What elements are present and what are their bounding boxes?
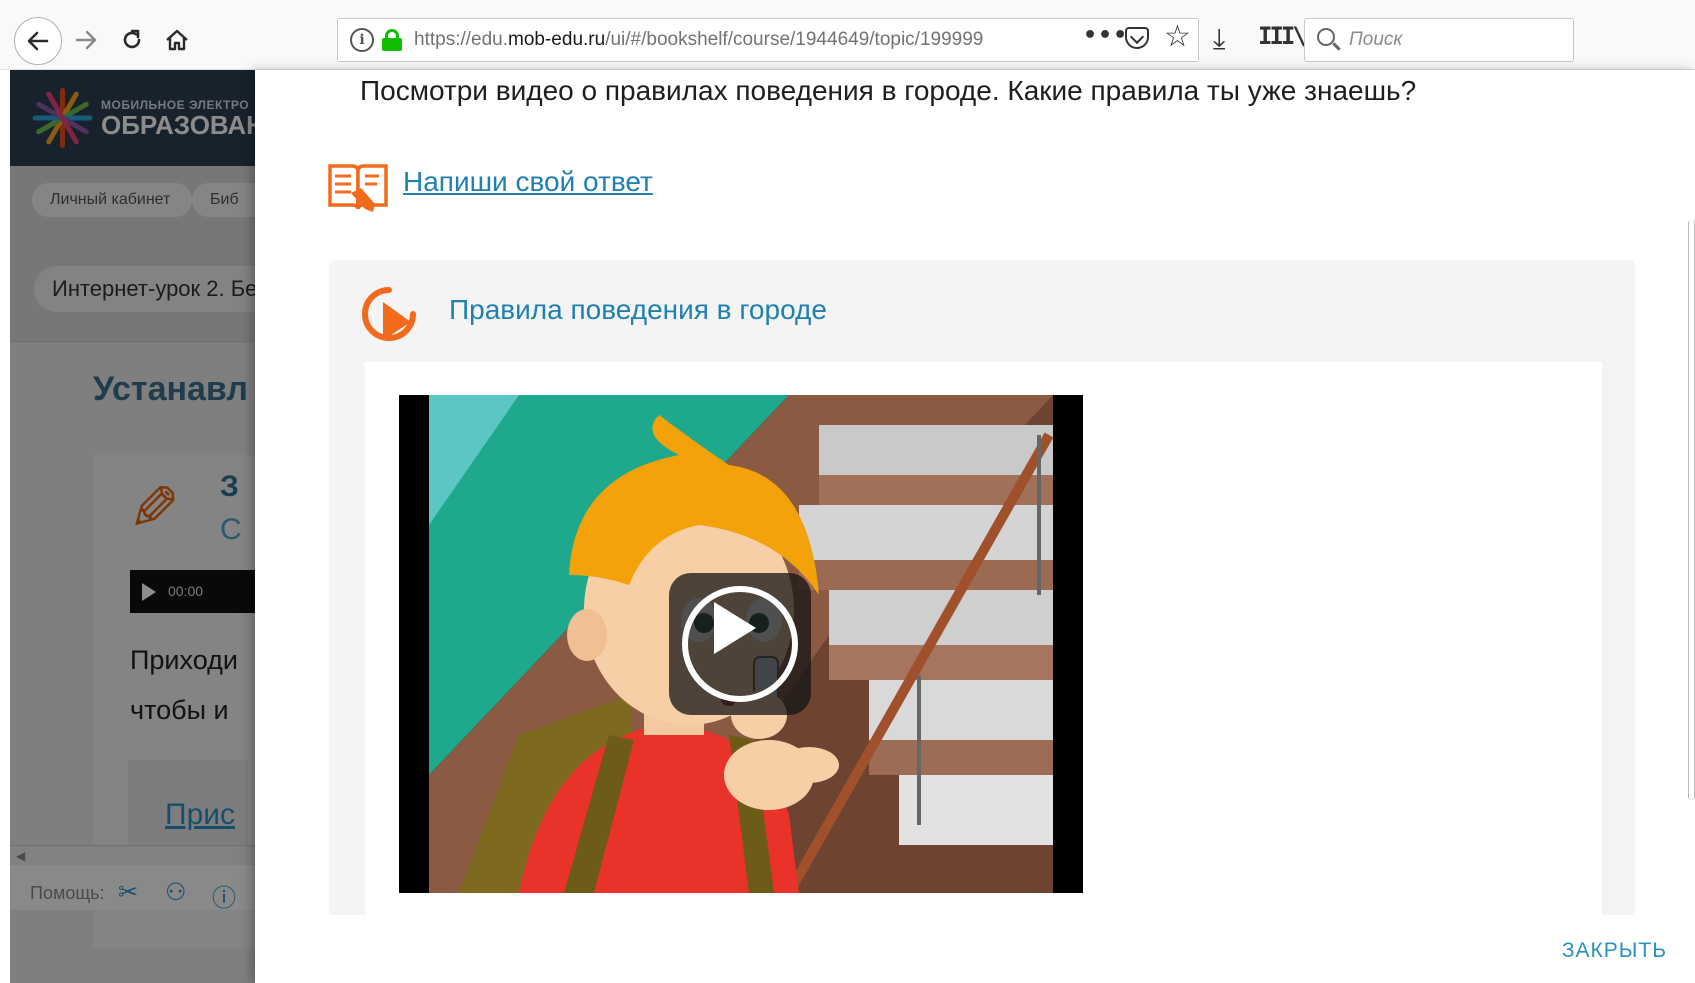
task-text: Посмотри видео о правилах поведения в го…	[360, 75, 1417, 106]
play-overlay[interactable]	[669, 573, 811, 715]
video-panel	[365, 362, 1602, 915]
forward-button[interactable]	[64, 18, 108, 62]
home-button[interactable]	[155, 18, 199, 62]
vertical-scrollbar[interactable]	[1688, 220, 1695, 800]
reload-button[interactable]	[110, 18, 154, 62]
search-icon	[1317, 28, 1335, 46]
video-player[interactable]	[399, 395, 1083, 893]
browser-toolbar: i https://edu.mob-edu.ru/ui/#/bookshelf/…	[0, 0, 1695, 70]
close-button[interactable]: ЗАКРЫТЬ	[1562, 939, 1667, 963]
download-icon[interactable]: ⤓	[1213, 22, 1225, 56]
home-icon	[166, 29, 188, 51]
more-actions-icon[interactable]: •••	[1083, 23, 1128, 48]
arrow-left-icon	[27, 31, 49, 51]
book-pencil-icon	[328, 164, 388, 212]
video-title: Правила поведения в городе	[449, 294, 827, 325]
info-icon[interactable]: i	[350, 28, 374, 52]
bookmark-star-icon[interactable]: ☆	[1164, 22, 1191, 52]
url-prefix: https://edu.	[414, 29, 509, 50]
video-block: Правила поведения в городе	[329, 260, 1635, 915]
lock-icon[interactable]	[382, 29, 402, 51]
play-icon	[714, 602, 756, 654]
search-placeholder: Поиск	[1349, 29, 1403, 50]
url-text[interactable]: https://edu.mob-edu.ru/ui/#/bookshelf/co…	[414, 29, 1034, 51]
url-path: /ui/#/bookshelf/course/1944649/topic/199…	[605, 29, 984, 50]
modal-content: Посмотри видео о правилах поведения в го…	[255, 70, 1695, 915]
url-bar[interactable]: i https://edu.mob-edu.ru/ui/#/bookshelf/…	[337, 18, 1199, 62]
pocket-icon[interactable]	[1125, 27, 1149, 49]
url-domain: mob-edu.ru	[508, 29, 606, 50]
modal-backdrop[interactable]	[10, 70, 255, 983]
arrow-right-icon	[75, 30, 97, 50]
reload-icon	[123, 29, 141, 49]
search-bar[interactable]: Поиск	[1304, 18, 1574, 62]
library-icon[interactable]: III\	[1258, 22, 1307, 50]
lesson-modal: Посмотри видео о правилах поведения в го…	[255, 70, 1695, 983]
video-play-icon	[362, 287, 416, 341]
modal-footer: ЗАКРЫТЬ	[255, 915, 1695, 983]
back-button[interactable]	[14, 17, 62, 65]
write-answer-link[interactable]: Напиши свой ответ	[403, 166, 653, 198]
url-fade	[998, 23, 1038, 57]
